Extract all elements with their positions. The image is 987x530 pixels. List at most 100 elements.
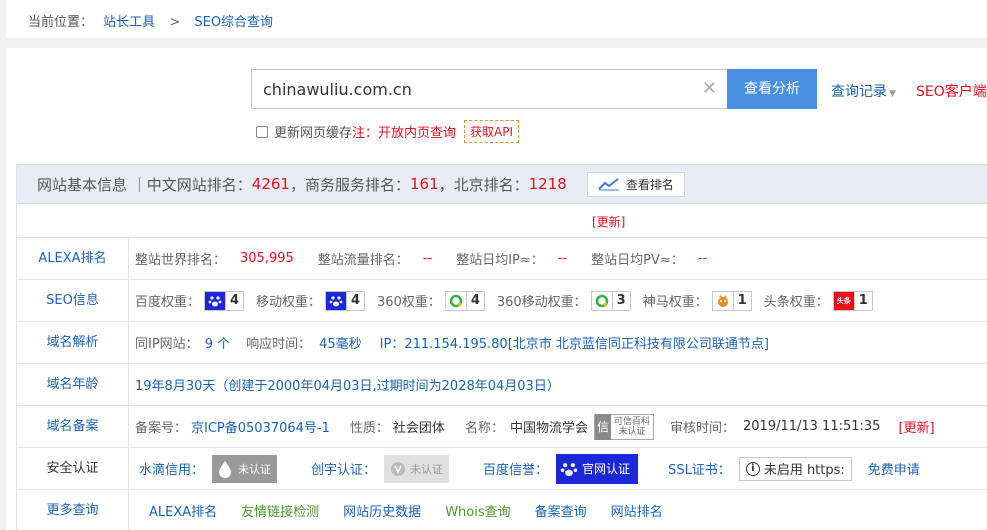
more-link-icp[interactable]: 备案查询 <box>535 501 587 520</box>
site-info-header: 网站基本信息 ｜中文网站排名： 4261 ，商务服务排名： 161 ，北京排名：… <box>17 164 987 204</box>
dns-row-label: 域名解析 <box>17 322 129 363</box>
more-link-rank[interactable]: 网站排名 <box>611 501 663 520</box>
baidu-weight-value: 4 <box>225 291 243 310</box>
baidu-mobile-paw-icon <box>326 291 347 310</box>
trust-wiki-text: 可信百科 未认证 <box>611 417 653 437</box>
same-ip-link[interactable]: 9 个 <box>205 333 230 352</box>
cn-rank-value: 4261 <box>251 175 290 193</box>
alexa-row-label: ALEXA排名 <box>17 238 129 279</box>
alexa-row-content: 整站世界排名： 305,995 整站流量排名： -- 整站日均IP≈： -- 整… <box>129 249 707 268</box>
free-apply-link[interactable]: 免费申请 <box>868 459 920 478</box>
ip-address-link[interactable]: IP：211.154.195.80[北京市 北京蓝信同正科技有限公司联通节点] <box>380 333 769 352</box>
audit-time-label: 审核时间： <box>669 421 735 436</box>
toutiao-logo-icon: 头条 <box>833 291 854 310</box>
mobile-weight-badge[interactable]: 4 <box>325 290 366 311</box>
s360-mobile-weight-value: 3 <box>611 291 630 310</box>
update-row: [更新] <box>17 204 987 238</box>
bj-rank-value: 1218 <box>528 175 567 193</box>
shenma-horse-icon <box>712 291 733 310</box>
more-link-alexa[interactable]: ALEXA排名 <box>149 501 217 520</box>
s360-weight-value: 4 <box>465 291 484 310</box>
toutiao-weight-label: 头条权重： <box>763 295 829 310</box>
icp-row-content: 备案号： 京ICP备05037064号-1 性质： 社会团体 名称： 中国物流学… <box>129 413 935 440</box>
water-credit-label: 水滴信用： <box>139 463 205 478</box>
analyze-button[interactable]: 查看分析 <box>727 69 817 109</box>
toutiao-weight-badge[interactable]: 头条 1 <box>832 290 873 311</box>
domain-age-row-content: 19年8月30天（创建于2000年04月03日,过期时间为2028年04月03日… <box>129 375 560 394</box>
baidu-weight-badge[interactable]: 4 <box>204 290 245 311</box>
seo-row-content: 百度权重： 4 移动权重： 4 360权重： 4 360移动权重： 3 神马权重… <box>129 290 873 311</box>
security-row-label: 安全认证 <box>17 448 129 489</box>
s360-mobile-weight-badge[interactable]: 3 <box>590 290 631 311</box>
icp-number-link[interactable]: 京ICP备05037064号-1 <box>191 417 330 436</box>
refresh-cache-checkbox[interactable] <box>256 125 268 138</box>
mobile-weight-value: 4 <box>346 291 364 310</box>
ssl-status-text: 未启用 https: <box>763 463 845 478</box>
baidu-paw-badge-icon <box>556 454 582 484</box>
daily-pv-value: -- <box>697 251 708 266</box>
shenma-weight-value: 1 <box>732 291 751 310</box>
trust-line1: 可信百科 <box>613 416 650 427</box>
dns-row: 域名解析 同IP网站： 9 个 响应时间： 45毫秒 IP：211.154.19… <box>17 322 987 364</box>
domain-age-row: 域名年龄 19年8月30天（创建于2000年04月03日,过期时间为2028年0… <box>17 364 987 406</box>
breadcrumb-link-tools[interactable]: 站长工具 <box>103 15 155 30</box>
traffic-rank-label: 整站流量排名： <box>317 253 409 268</box>
audit-time-value: 2019/11/13 11:51:35 <box>743 419 881 434</box>
seo-client-link[interactable]: SEO客户端下载 <box>916 81 987 101</box>
s360-weight-badge[interactable]: 4 <box>444 290 485 311</box>
view-rank-label: 查看排名 <box>625 177 674 192</box>
water-credit-status: 未认证 <box>238 462 272 476</box>
more-row-content: ALEXA排名 友情链接检测 网站历史数据 Whois查询 备案查询 网站排名 <box>129 501 663 520</box>
daily-ip-label: 整站日均IP≈： <box>456 253 544 268</box>
360-logo-icon <box>445 291 466 310</box>
caret-down-icon: ▼ <box>889 89 896 99</box>
refresh-cache-label[interactable]: 更新网页缓存 <box>274 122 352 141</box>
360-mobile-logo-icon <box>591 291 612 310</box>
daily-ip-value: -- <box>557 251 568 266</box>
clear-icon[interactable]: ✕ <box>702 79 717 99</box>
security-row: 安全认证 水滴信用： 未认证 创宇认证： 未认证 百度信誉： 官网认证 SSL证… <box>17 448 987 490</box>
more-link-history[interactable]: 网站历史数据 <box>343 501 421 520</box>
trust-line2: 未认证 <box>618 426 646 437</box>
get-api-button[interactable]: 获取API <box>464 120 520 143</box>
trend-chart-icon <box>598 178 619 191</box>
s360-mobile-weight-label: 360移动权重： <box>496 295 587 310</box>
breadcrumb-prefix: 当前位置： <box>28 15 94 30</box>
domain-search-input[interactable] <box>252 70 682 108</box>
trust-wiki-badge[interactable]: 信 可信百科 未认证 <box>593 413 654 440</box>
history-label: 查询记录 <box>831 84 887 100</box>
seo-row-label: SEO信息 <box>17 280 129 321</box>
search-box: ✕ <box>251 69 728 109</box>
bj-rank-label: ，北京排名： <box>438 175 529 194</box>
icp-type-value: 社会团体 <box>392 421 445 436</box>
s360-weight-label: 360权重： <box>377 295 441 310</box>
site-info-table: 网站基本信息 ｜中文网站排名： 4261 ，商务服务排名： 161 ，北京排名：… <box>16 164 987 530</box>
update-link[interactable]: [更新] <box>592 213 625 230</box>
ssl-status-button[interactable]: i 未启用 https: <box>738 456 852 481</box>
more-link-whois[interactable]: Whois查询 <box>445 501 510 520</box>
baidu-official-badge[interactable]: 官网认证 <box>556 453 639 484</box>
toutiao-weight-value: 1 <box>853 291 872 310</box>
inner-page-query-link[interactable]: 注：开放内页查询 <box>352 122 456 141</box>
history-dropdown[interactable]: 查询记录 ▼ <box>831 81 896 101</box>
daily-pv-label: 整站日均PV≈： <box>591 253 684 268</box>
view-rank-button[interactable]: 查看排名 <box>586 171 685 197</box>
mobile-weight-label: 移动权重： <box>256 295 322 310</box>
more-link-friend-links[interactable]: 友情链接检测 <box>241 501 319 520</box>
ssl-label: SSL证书： <box>668 463 731 478</box>
breadcrumb-link-current[interactable]: SEO综合查询 <box>194 15 273 30</box>
chuangyu-shield-icon <box>391 461 406 476</box>
chuangyu-badge[interactable]: 未认证 <box>384 454 450 483</box>
more-row: 更多查询 ALEXA排名 友情链接检测 网站历史数据 Whois查询 备案查询 … <box>17 490 987 530</box>
shenma-weight-badge[interactable]: 1 <box>711 290 752 311</box>
icp-type-label: 性质： <box>349 421 389 436</box>
icp-update-link[interactable]: [更新] <box>898 417 934 436</box>
baidu-weight-label: 百度权重： <box>135 295 201 310</box>
breadcrumb: 当前位置： 站长工具 > SEO综合查询 <box>6 0 987 38</box>
baidu-official-text: 官网认证 <box>582 462 631 476</box>
domain-age-link[interactable]: 19年8月30天（创建于2000年04月03日,过期时间为2028年04月03日… <box>135 375 560 394</box>
water-credit-badge[interactable]: 未认证 <box>212 454 278 483</box>
world-rank-value: 305,995 <box>240 251 294 266</box>
domain-age-row-label: 域名年龄 <box>17 364 129 405</box>
response-time-link[interactable]: 45毫秒 <box>319 333 362 352</box>
